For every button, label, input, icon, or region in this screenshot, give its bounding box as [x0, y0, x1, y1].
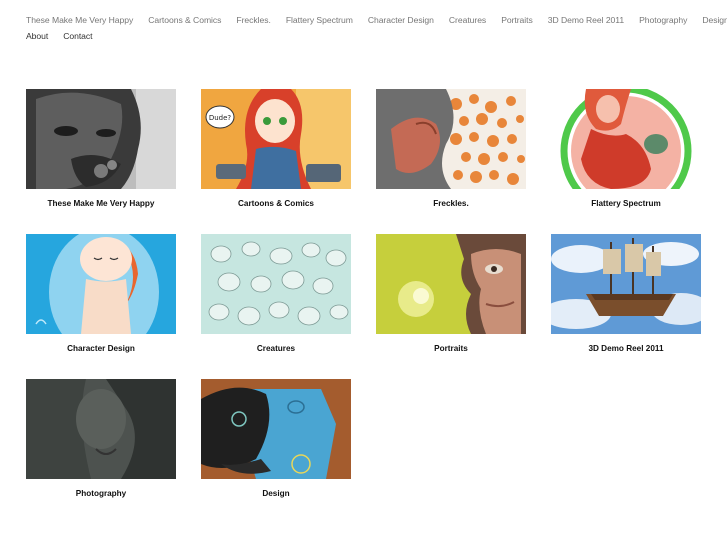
thumbnail-3d-demo-reel[interactable]: [551, 234, 701, 334]
thumbnail-these-make-me-very-happy[interactable]: [26, 89, 176, 189]
nav-link-about[interactable]: About: [26, 31, 48, 41]
gallery-tile: These Make Me Very Happy: [26, 89, 176, 208]
nav-link-creatures[interactable]: Creatures: [449, 15, 486, 25]
nav-link-freckles[interactable]: Freckles.: [236, 15, 270, 25]
thumbnail-cartoons-comics[interactable]: Dude?: [201, 89, 351, 189]
nav-link-character-design[interactable]: Character Design: [368, 15, 434, 25]
nav-link-3d-demo-reel[interactable]: 3D Demo Reel 2011: [548, 15, 624, 25]
caption-cartoons-comics[interactable]: Cartoons & Comics: [201, 199, 351, 208]
gallery-tile: 3D Demo Reel 2011: [551, 234, 701, 353]
nav-row-primary: These Make Me Very Happy Cartoons & Comi…: [26, 12, 727, 28]
nav-link-flattery-spectrum[interactable]: Flattery Spectrum: [286, 15, 353, 25]
nav-link-contact[interactable]: Contact: [63, 31, 92, 41]
caption-freckles[interactable]: Freckles.: [376, 199, 526, 208]
top-navigation: These Make Me Very Happy Cartoons & Comi…: [26, 12, 727, 44]
caption-creatures[interactable]: Creatures: [201, 344, 351, 353]
gallery-tile: Portraits: [376, 234, 526, 353]
gallery-tile: Photography: [26, 379, 176, 498]
caption-these-make-me-very-happy[interactable]: These Make Me Very Happy: [26, 199, 176, 208]
nav-link-design[interactable]: Design: [702, 15, 727, 25]
nav-link-photography[interactable]: Photography: [639, 15, 687, 25]
gallery-tile: Character Design: [26, 234, 176, 353]
thumbnail-creatures[interactable]: [201, 234, 351, 334]
caption-design[interactable]: Design: [201, 489, 351, 498]
thumbnail-photography[interactable]: [26, 379, 176, 479]
gallery-tile: Creatures: [201, 234, 351, 353]
thumbnail-design[interactable]: [201, 379, 351, 479]
nav-link-these-make-me-very-happy[interactable]: These Make Me Very Happy: [26, 15, 133, 25]
thumbnail-flattery-spectrum[interactable]: [551, 89, 701, 189]
speech-bubble-text: Dude?: [209, 114, 232, 122]
nav-row-secondary: About Contact: [26, 28, 716, 44]
caption-character-design[interactable]: Character Design: [26, 344, 176, 353]
nav-link-portraits[interactable]: Portraits: [501, 15, 533, 25]
gallery-tile: Design: [201, 379, 351, 498]
thumbnail-character-design[interactable]: [26, 234, 176, 334]
gallery-tile: Dude? Cartoons & Comics: [201, 89, 351, 208]
caption-photography[interactable]: Photography: [26, 489, 176, 498]
gallery-tile: Freckles.: [376, 89, 526, 208]
nav-link-cartoons-comics[interactable]: Cartoons & Comics: [148, 15, 221, 25]
caption-flattery-spectrum[interactable]: Flattery Spectrum: [551, 199, 701, 208]
thumbnail-portraits[interactable]: [376, 234, 526, 334]
gallery-tile: Flattery Spectrum: [551, 89, 701, 208]
thumbnail-freckles[interactable]: [376, 89, 526, 189]
caption-portraits[interactable]: Portraits: [376, 344, 526, 353]
caption-3d-demo-reel[interactable]: 3D Demo Reel 2011: [551, 344, 701, 353]
